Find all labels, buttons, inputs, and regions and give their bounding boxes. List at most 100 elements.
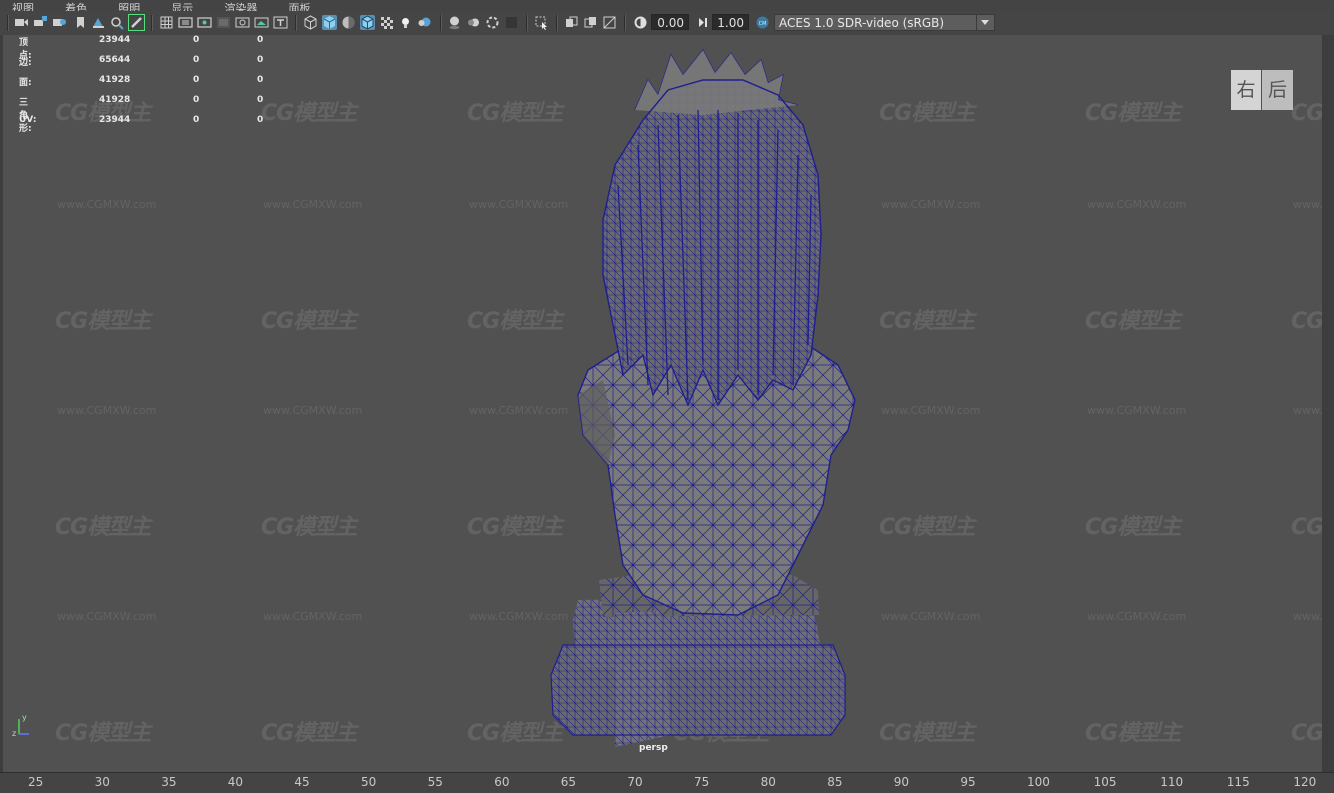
toolbar-separator bbox=[624, 15, 626, 31]
toolbar-separator bbox=[7, 15, 9, 31]
hud-value: 0 bbox=[257, 115, 264, 125]
timeline-tick-label: 95 bbox=[960, 775, 976, 789]
toolbar-separator bbox=[440, 15, 442, 31]
hud-value: 0 bbox=[193, 35, 200, 45]
use-all-lights-icon[interactable] bbox=[398, 15, 413, 30]
hud-label: 面: bbox=[19, 78, 32, 88]
timeline-tick-label: 45 bbox=[294, 775, 310, 789]
toolbar-separator bbox=[295, 15, 297, 31]
depth-of-field-icon[interactable] bbox=[504, 15, 519, 30]
menu-shading[interactable]: 着色 bbox=[65, 3, 87, 11]
model-mesh[interactable] bbox=[3, 35, 1325, 772]
timeline-tick-label: 35 bbox=[161, 775, 177, 789]
menu-view[interactable]: 视图 bbox=[12, 3, 34, 11]
toolbar-separator bbox=[556, 15, 558, 31]
grease-pencil-icon[interactable] bbox=[128, 14, 145, 31]
timeline-tick-label: 120 bbox=[1293, 775, 1317, 789]
menu-bar: 视图 着色 照明 显示 渲染器 面板 bbox=[0, 0, 1334, 11]
gate-mask-icon[interactable] bbox=[216, 15, 231, 30]
timeline-tick-label: 30 bbox=[94, 775, 110, 789]
timeline-tick-label: 105 bbox=[1093, 775, 1117, 789]
hud-value: 0 bbox=[193, 115, 200, 125]
exposure-icon[interactable] bbox=[633, 15, 648, 30]
camera-icon[interactable] bbox=[14, 15, 29, 30]
isolate-select-icon[interactable] bbox=[534, 15, 549, 30]
view-cube-right-face[interactable]: 右 bbox=[1231, 70, 1261, 110]
gamma-field[interactable]: 1.00 bbox=[712, 14, 749, 30]
persp-viewport[interactable]: CG模型主 CG模型主 CG模型主 CG模型主 www.CGMXW.com www.CGM… bbox=[0, 35, 1325, 772]
toolbar-separator bbox=[151, 15, 153, 31]
timeline-tick-label: 115 bbox=[1226, 775, 1250, 789]
motion-blur-icon[interactable] bbox=[466, 15, 481, 30]
svg-text:CM: CM bbox=[759, 21, 767, 27]
hud-label: 边: bbox=[19, 58, 32, 68]
anti-aliasing-icon[interactable] bbox=[485, 15, 500, 30]
textured-icon[interactable] bbox=[379, 15, 394, 30]
timeline-tick-label: 25 bbox=[28, 775, 44, 789]
bookmark-icon[interactable] bbox=[73, 15, 88, 30]
timeline-tick-label: 85 bbox=[827, 775, 843, 789]
timeline-tick-label: 90 bbox=[893, 775, 910, 789]
hud-value: 0 bbox=[193, 55, 200, 65]
field-chart-icon[interactable] bbox=[235, 15, 250, 30]
timeline-tick-label: 80 bbox=[760, 775, 776, 789]
timeline-tick-label: 75 bbox=[694, 775, 710, 789]
hud-value: 23944 bbox=[99, 35, 131, 45]
timeline-tick-label: 40 bbox=[227, 775, 244, 789]
timeline-tick-label: 100 bbox=[1027, 775, 1050, 789]
film-gate-icon[interactable] bbox=[178, 15, 193, 30]
exposure-field[interactable]: 0.00 bbox=[651, 14, 689, 30]
timeline-tick-label: 60 bbox=[494, 775, 510, 789]
hud-value: 0 bbox=[257, 75, 264, 85]
xray-icon[interactable] bbox=[564, 15, 579, 30]
menu-show[interactable]: 显示 bbox=[171, 3, 193, 11]
gamma-icon[interactable] bbox=[695, 15, 710, 30]
view-cube-back-face[interactable]: 后 bbox=[1262, 70, 1293, 110]
time-slider[interactable]: 25 30 35 40 45 50 55 60 65 70 75 80 85 90 95 100 105 110 1… bbox=[0, 772, 1334, 793]
hud-value: 0 bbox=[257, 95, 264, 105]
hud-value: 41928 bbox=[99, 95, 131, 105]
shadows-icon[interactable] bbox=[417, 15, 432, 30]
menu-lighting[interactable]: 照明 bbox=[118, 3, 140, 11]
image-plane-icon[interactable] bbox=[91, 15, 106, 30]
screen-space-ao-icon[interactable] bbox=[447, 15, 462, 30]
color-management-icon[interactable]: CM bbox=[755, 15, 770, 30]
hud-value: 41928 bbox=[99, 75, 131, 85]
grid-icon[interactable] bbox=[159, 15, 174, 30]
timeline-tick-label: 65 bbox=[560, 775, 577, 789]
color-space-dropdown[interactable]: ACES 1.0 SDR-video (sRGB) bbox=[774, 14, 995, 31]
menu-renderer[interactable]: 渲染器 bbox=[224, 3, 257, 11]
panel-toolbar: 0.00 1.00 CM ACES 1.0 SDR-video (sRGB) bbox=[0, 11, 1334, 36]
menu-panels[interactable]: 面板 bbox=[288, 3, 310, 11]
camera-label: persp bbox=[639, 743, 668, 753]
camera-lock-icon[interactable] bbox=[33, 15, 48, 30]
timeline-tick-label: 50 bbox=[361, 775, 377, 789]
safe-action-icon[interactable] bbox=[254, 15, 269, 30]
resolution-gate-icon[interactable] bbox=[197, 15, 212, 30]
viewport-border bbox=[1322, 35, 1334, 772]
timeline-tick-label: 55 bbox=[427, 775, 443, 789]
hud-value: 0 bbox=[193, 95, 200, 105]
hud-label: UV: bbox=[19, 115, 37, 125]
wireframe-on-shaded-icon[interactable] bbox=[360, 15, 375, 30]
axis-gizmo: y z bbox=[12, 713, 33, 739]
view-cube[interactable]: 右 后 bbox=[1231, 70, 1295, 118]
timeline-tick-label: 110 bbox=[1160, 775, 1184, 789]
2d-pan-zoom-icon[interactable] bbox=[110, 15, 125, 30]
xray-joints-icon[interactable] bbox=[602, 15, 617, 30]
camera-bookmark-icon[interactable] bbox=[52, 15, 67, 30]
timeline-tick-label: 70 bbox=[627, 775, 643, 789]
color-space-value: ACES 1.0 SDR-video (sRGB) bbox=[779, 16, 945, 30]
wireframe-icon[interactable] bbox=[303, 15, 318, 30]
default-material-icon[interactable] bbox=[341, 15, 356, 30]
axis-y-label: y bbox=[22, 713, 27, 722]
chevron-down-icon[interactable] bbox=[976, 15, 994, 30]
smooth-shade-icon[interactable] bbox=[322, 15, 337, 30]
xray-active-icon[interactable] bbox=[583, 15, 598, 30]
axis-z-label: z bbox=[12, 729, 17, 738]
hud-value: 23944 bbox=[99, 115, 131, 125]
safe-title-icon[interactable] bbox=[273, 15, 288, 30]
toolbar-separator bbox=[526, 15, 528, 31]
hud-value: 0 bbox=[257, 55, 264, 65]
hud-value: 0 bbox=[257, 35, 264, 45]
